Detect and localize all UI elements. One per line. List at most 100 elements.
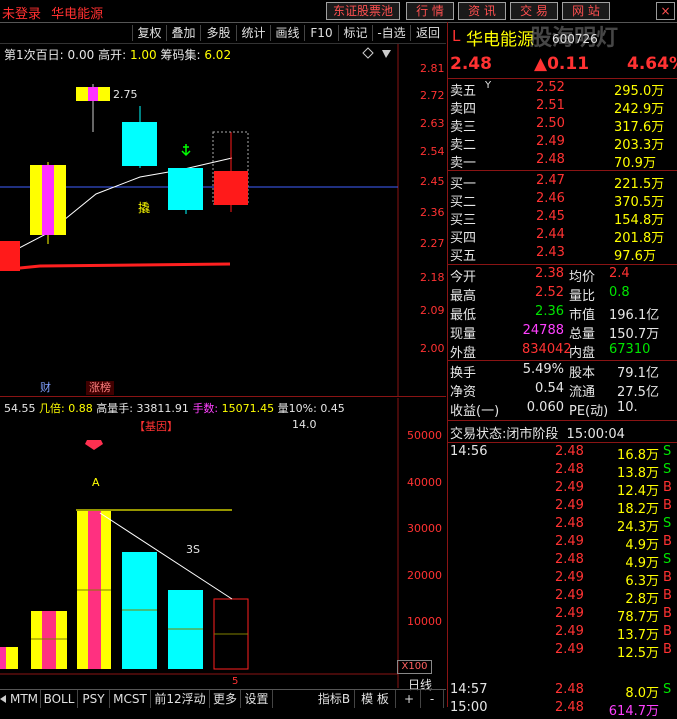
tick-price: 2.49 <box>555 534 584 549</box>
volume-bar <box>0 647 18 669</box>
tick-price: 2.48 <box>555 462 584 477</box>
tool-statistics[interactable]: 统计 <box>236 25 270 41</box>
bid-price: 2.46 <box>536 191 565 206</box>
quotes-button[interactable]: 行 情 <box>406 2 454 20</box>
tab-mtm[interactable]: MTM <box>8 690 41 708</box>
stat-label: 市值 <box>569 308 596 323</box>
ask-label: 卖五 <box>450 84 477 99</box>
fundamental-row: 净资 0.54 流通 27.5亿 <box>447 381 677 400</box>
stock-name[interactable]: 华电能源 <box>466 25 534 50</box>
close-icon[interactable]: × <box>656 2 675 20</box>
tick-list[interactable]: 14:56 2.48 16.8万 S 2.48 13.8万 S 2.49 12.4万 B 2.49 1… <box>447 444 677 719</box>
bid-row[interactable]: 买三 2.45 154.8万 <box>447 209 677 228</box>
bid-volume: 221.5万 <box>614 177 665 192</box>
diamond-icon[interactable] <box>362 47 374 59</box>
limit-up-badge[interactable]: 涨榜 <box>86 381 114 395</box>
fundamental-label: PE(动) <box>569 404 609 419</box>
tab-more[interactable]: 更多 <box>210 690 241 708</box>
fundamental-value: 79.1亿 <box>617 366 659 381</box>
triangle-down-icon[interactable] <box>382 50 391 58</box>
ask-price: 2.49 <box>536 134 565 149</box>
tick-side: B <box>663 624 672 639</box>
stat-value: 0.8 <box>609 285 630 300</box>
website-button[interactable]: 网 站 <box>562 2 610 20</box>
candle <box>30 162 66 244</box>
tick-side: S <box>663 682 672 697</box>
tick-row: 15:00 2.48 614.7万 <box>447 700 677 719</box>
candle <box>212 131 249 212</box>
tick-time: 14:56 <box>450 444 488 459</box>
volume-bar <box>213 598 249 670</box>
tool-overlay[interactable]: 叠加 <box>166 25 200 41</box>
axis-tick: 2.72 <box>420 89 445 102</box>
trade-status: 交易状态:闭市阶段 15:00:04 <box>450 423 677 442</box>
ask-label: 卖四 <box>450 102 477 117</box>
tick-price: 2.48 <box>555 516 584 531</box>
panel-divider <box>0 396 446 397</box>
fundamental-label: 换手 <box>450 366 477 381</box>
stat-value: 834042 <box>522 342 572 357</box>
axis-tick: 30000 <box>407 522 442 535</box>
tool-remove-watchlist[interactable]: -自选 <box>372 25 410 41</box>
ask-row[interactable]: 卖五 Y 2.52 295.0万 <box>447 80 677 99</box>
tick-side: B <box>663 606 672 621</box>
scroll-left-icon[interactable] <box>0 695 6 703</box>
tab-float12[interactable]: 前12浮动 <box>151 690 210 708</box>
tick-time: 14:57 <box>450 682 488 697</box>
finance-badge[interactable]: 财 <box>40 381 56 395</box>
trade-button[interactable]: 交 易 <box>510 2 558 20</box>
tab-psy[interactable]: PSY <box>78 690 110 708</box>
ask-row[interactable]: 卖三 2.50 317.6万 <box>447 116 677 135</box>
bid-row[interactable]: 买一 2.47 221.5万 <box>447 173 677 192</box>
ask-row[interactable]: 卖二 2.49 203.3万 <box>447 134 677 153</box>
bid-row[interactable]: 买五 2.43 97.6万 <box>447 245 677 264</box>
fundamental-label: 净资 <box>450 385 477 400</box>
tab-indicator-b[interactable]: 指标B <box>314 690 355 708</box>
zoom-out-button[interactable]: - <box>421 690 444 708</box>
mark-a: A <box>92 476 100 489</box>
tool-f10[interactable]: F10 <box>304 25 338 41</box>
price-axis: 2.81 2.72 2.63 2.54 2.45 2.36 2.27 2.18 … <box>399 44 446 396</box>
tool-multi-stock[interactable]: 多股 <box>200 25 236 41</box>
stat-value: 2.36 <box>535 304 564 319</box>
tool-adjust[interactable]: 复权 <box>132 25 166 41</box>
news-button[interactable]: 资 讯 <box>458 2 506 20</box>
axis-tick: 2.45 <box>420 175 445 188</box>
volume-bar <box>31 611 67 669</box>
login-status[interactable]: 未登录 华电能源 <box>2 3 103 22</box>
kline-chart[interactable]: 第1次百日: 0.00 高开: 1.00 筹码集: 6.02 2.75 撬 2.… <box>0 44 446 396</box>
quote-header: L 华电能源 600726 股海明灯 <box>447 22 677 52</box>
stat-row: 今开 2.38 均价 2.4 <box>447 266 677 285</box>
tool-draw-line[interactable]: 画线 <box>270 25 304 41</box>
ma-line-red <box>0 262 231 270</box>
ask-row[interactable]: 卖一 2.48 70.9万 <box>447 152 677 171</box>
bid-volume: 154.8万 <box>614 213 665 228</box>
stock-pool-button[interactable]: 东证股票池 <box>326 2 400 20</box>
ask-row[interactable]: 卖四 2.51 242.9万 <box>447 98 677 117</box>
tab-template[interactable]: 模 板 <box>355 690 396 708</box>
login-label[interactable]: 未登录 <box>2 7 41 22</box>
bid-volume: 201.8万 <box>614 231 665 246</box>
fundamental-row: 换手 5.49% 股本 79.1亿 <box>447 362 677 381</box>
bid-row[interactable]: 买二 2.46 370.5万 <box>447 191 677 210</box>
tab-settings[interactable]: 设置 <box>241 690 273 708</box>
fundamental-label: 流通 <box>569 385 596 400</box>
tab-mcst[interactable]: MCST <box>110 690 151 708</box>
gem-icon <box>85 440 103 450</box>
tool-mark[interactable]: 标记 <box>338 25 372 41</box>
tick-price: 2.48 <box>555 552 584 567</box>
tool-back[interactable]: 返回 <box>410 25 445 41</box>
ask-price: 2.48 <box>536 152 565 167</box>
bid-price: 2.44 <box>536 227 565 242</box>
zoom-in-button[interactable]: + <box>398 690 421 708</box>
tick-side: S <box>663 444 672 459</box>
tick-side: S <box>663 462 672 477</box>
tick-row: 2.49 12.4万 B <box>447 480 677 499</box>
indicator-tabs: MTM BOLL PSY MCST 前12浮动 更多 设置 指标B 模 板 + … <box>0 689 446 708</box>
tick-row: 2.49 13.7万 B <box>447 624 677 643</box>
bid-volume: 97.6万 <box>614 249 656 264</box>
tab-boll[interactable]: BOLL <box>41 690 78 708</box>
tick-price: 2.49 <box>555 480 584 495</box>
bid-row[interactable]: 买四 2.44 201.8万 <box>447 227 677 246</box>
volume-chart[interactable]: 54.55 几倍: 0.88 高量手: 33811.91 手数: 15071.4… <box>0 398 446 692</box>
